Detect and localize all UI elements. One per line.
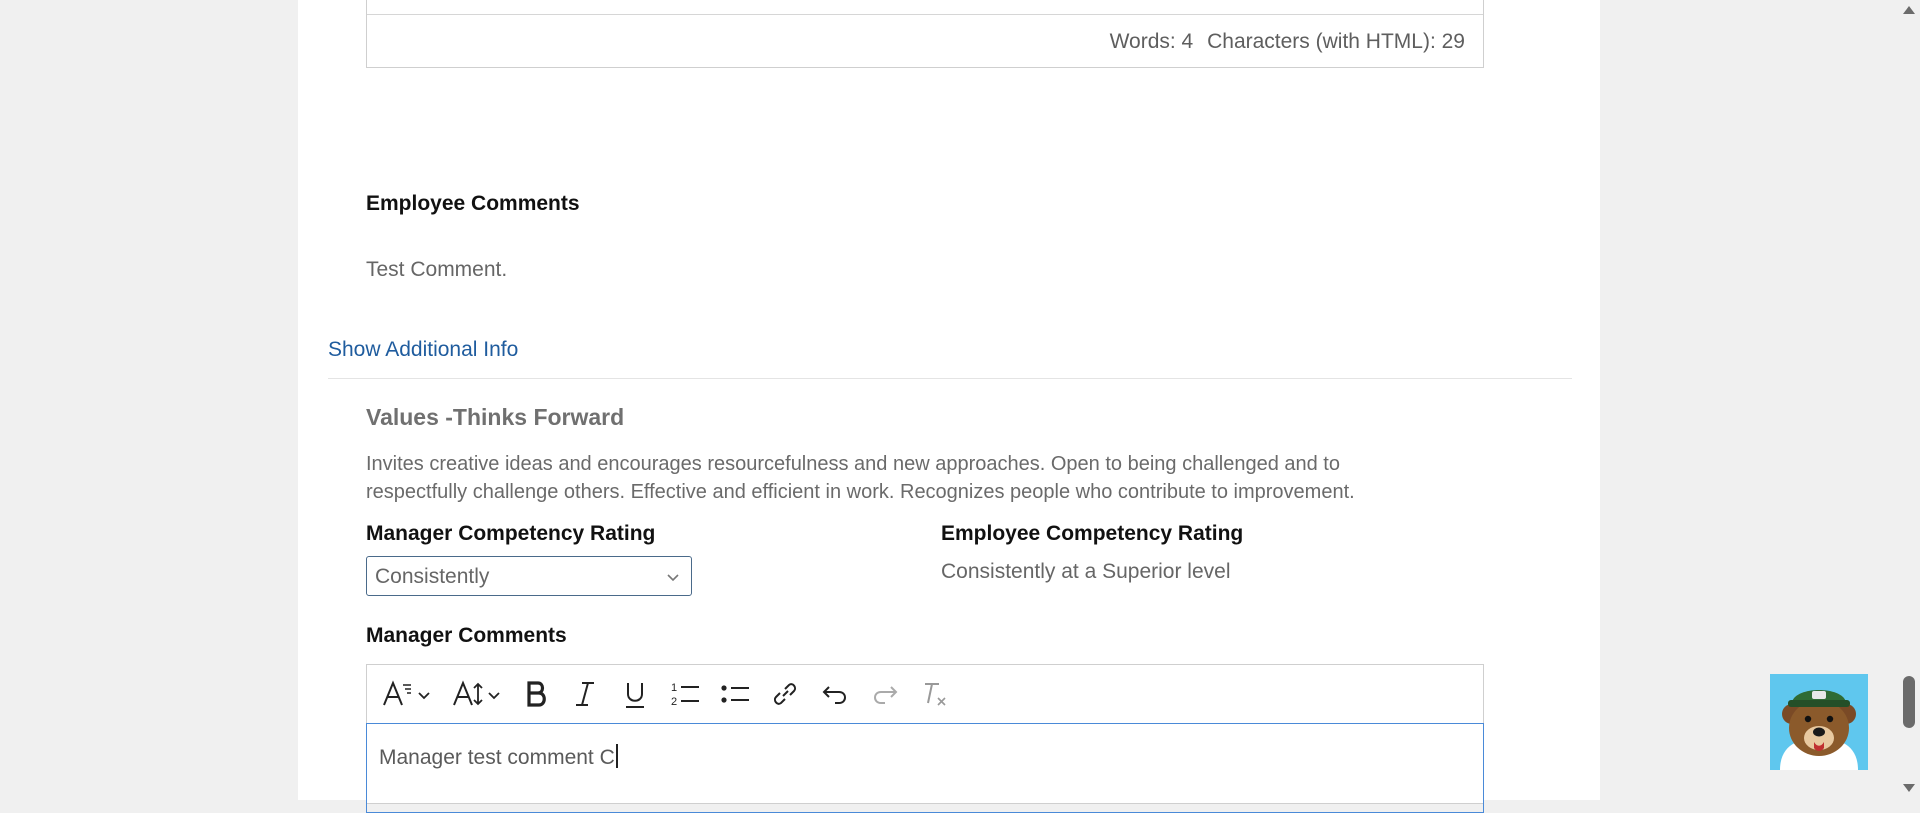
manager-comments-text: Manager test comment C [379, 744, 618, 770]
unordered-list-button[interactable] [717, 677, 753, 711]
bold-icon [527, 681, 546, 707]
editor-divider [367, 14, 1483, 15]
font-family-button[interactable] [379, 677, 439, 711]
ordered-list-button[interactable]: 1 2 [667, 677, 703, 711]
undo-button[interactable] [817, 677, 853, 711]
clear-formatting-button[interactable] [917, 677, 953, 711]
manager-comments-value: Manager test comment C [379, 746, 615, 769]
bold-button[interactable] [519, 677, 555, 711]
italic-button[interactable] [567, 677, 603, 711]
word-count: Words: 4 Characters (with HTML): 29 [1110, 30, 1465, 54]
manager-comments-label: Manager Comments [366, 624, 567, 647]
employee-rating-value: Consistently at a Superior level [941, 560, 1231, 583]
svg-text:2: 2 [671, 696, 677, 708]
font-family-icon [383, 680, 430, 706]
scroll-down-icon[interactable] [1903, 784, 1915, 792]
main-content: Words: 4 Characters (with HTML): 29 Empl… [298, 0, 1600, 813]
manager-rating-value: Consistently [375, 565, 490, 588]
chevron-down-icon [667, 574, 679, 582]
employee-comments-label: Employee Comments [366, 192, 580, 215]
link-button[interactable] [767, 677, 803, 711]
bear-mascot-avatar[interactable] [1770, 674, 1868, 770]
manager-rating-label: Manager Competency Rating [366, 522, 656, 545]
show-additional-info-link[interactable]: Show Additional Info [328, 338, 518, 362]
employee-rating-label: Employee Competency Rating [941, 522, 1244, 545]
redo-button[interactable] [867, 677, 903, 711]
scroll-up-icon[interactable] [1903, 6, 1915, 14]
editor-toolbar: 1 2 [367, 665, 1483, 724]
clear-formatting-icon [925, 683, 946, 706]
competency-description: Invites creative ideas and encourages re… [366, 453, 1355, 503]
manager-rating-select[interactable]: Consistently [366, 556, 692, 596]
scrollbar-thumb[interactable] [1903, 676, 1915, 728]
font-size-button[interactable] [449, 677, 509, 711]
competency-title: Values -Thinks Forward [366, 404, 625, 430]
characters-count: Characters (with HTML): 29 [1207, 30, 1465, 53]
underline-button[interactable] [617, 677, 653, 711]
italic-icon [576, 682, 594, 706]
vertical-scrollbar[interactable] [1898, 0, 1920, 800]
ordered-list-icon: 1 2 [671, 682, 699, 708]
bear-mascot-icon [1780, 690, 1858, 770]
words-count: Words: 4 [1109, 30, 1194, 53]
employee-comments-value: Test Comment. [366, 258, 508, 281]
font-size-icon [453, 680, 500, 706]
svg-text:1: 1 [671, 682, 677, 694]
previous-editor-footer: Words: 4 Characters (with HTML): 29 [366, 0, 1484, 68]
unordered-list-icon [721, 685, 749, 703]
redo-icon [874, 686, 898, 704]
undo-icon [822, 686, 846, 704]
link-icon [773, 683, 797, 705]
manager-comments-editor: 1 2 Manager test comment C [366, 664, 1484, 813]
section-divider [328, 378, 1572, 379]
text-caret [615, 744, 618, 768]
underline-icon [626, 683, 644, 708]
